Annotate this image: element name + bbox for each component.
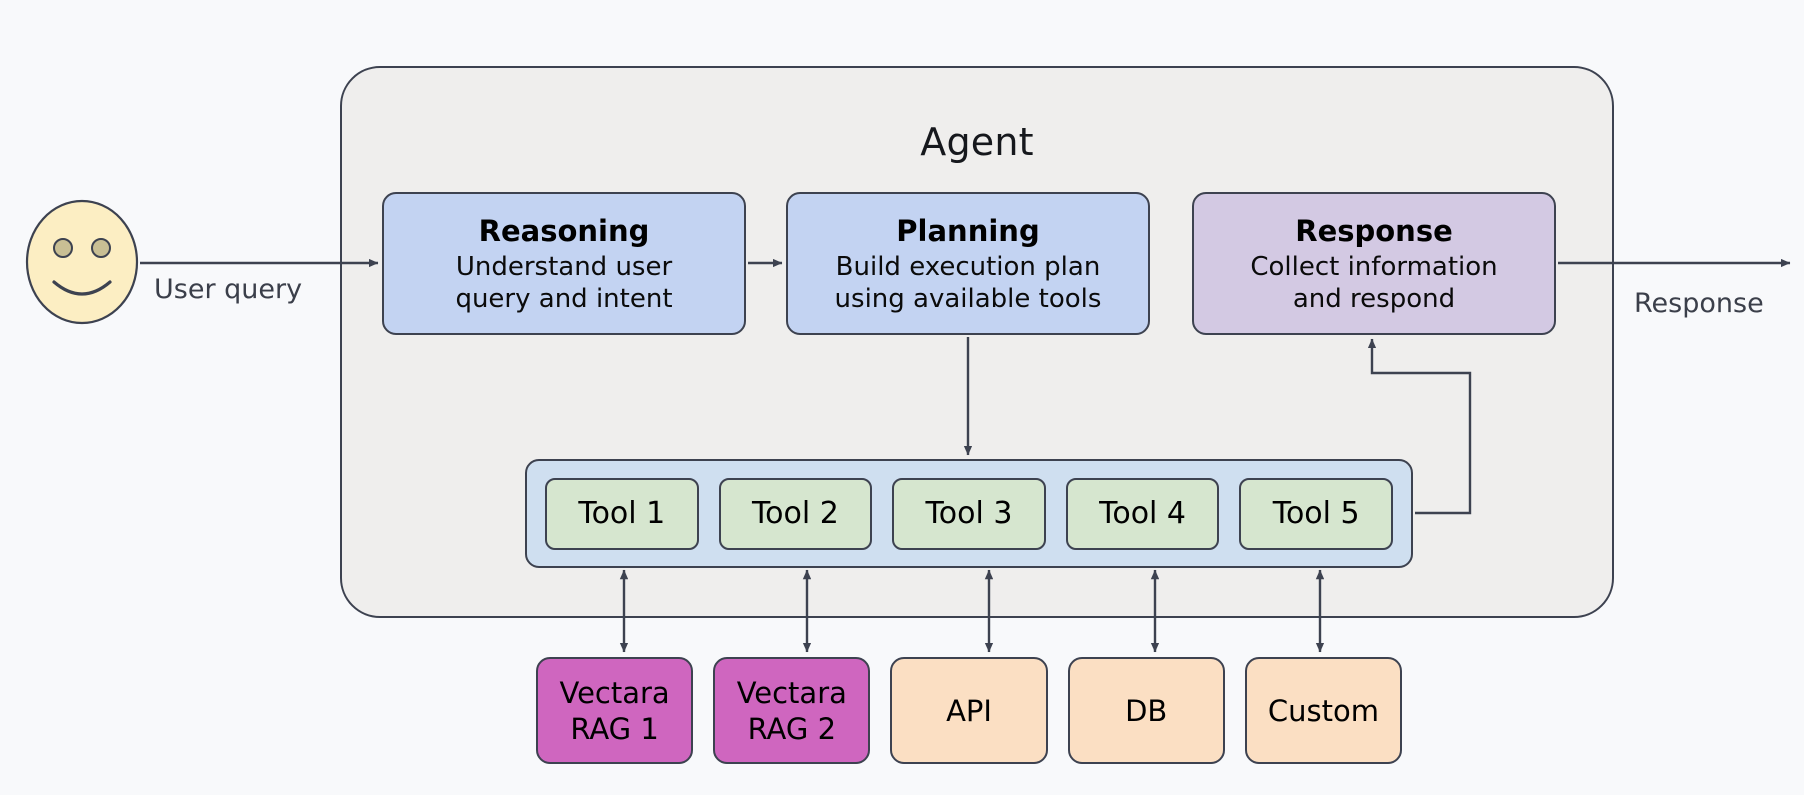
- tools-tray: Tool 1 Tool 2 Tool 3 Tool 4 Tool 5: [525, 459, 1413, 568]
- source-db-label: DB: [1125, 693, 1168, 728]
- stage-reasoning-title: Reasoning: [478, 213, 650, 248]
- source-vectara-rag-1-line2: RAG 1: [570, 711, 659, 746]
- user-smiley-face: [24, 198, 140, 326]
- tool-item-4: Tool 4: [1065, 477, 1220, 550]
- source-custom: Custom: [1244, 657, 1403, 764]
- stage-response-title: Response: [1295, 213, 1453, 248]
- data-sources-row: Vectara RAG 1 Vectara RAG 2 API DB Custo…: [536, 657, 1403, 764]
- diagram-canvas: Agent Reasoning Understand user query an…: [0, 0, 1804, 795]
- stage-response-desc-line2: and respond: [1292, 283, 1456, 314]
- edge-label-response: Response: [1634, 288, 1764, 319]
- source-custom-label: Custom: [1267, 693, 1379, 728]
- source-db: DB: [1067, 657, 1225, 764]
- source-vectara-rag-2-line1: Vectara: [736, 675, 847, 710]
- source-vectara-rag-2: Vectara RAG 2: [713, 657, 871, 764]
- stage-response: Response Collect information and respond: [1192, 192, 1556, 335]
- stage-reasoning-desc-line2: query and intent: [455, 283, 673, 314]
- stage-response-desc-line1: Collect information: [1250, 251, 1498, 282]
- tool-item-3: Tool 3: [892, 477, 1046, 550]
- tool-item-1: Tool 1: [545, 477, 699, 550]
- stage-planning-title: Planning: [896, 213, 1040, 248]
- stage-planning-desc-line1: Build execution plan: [835, 251, 1101, 282]
- stage-planning: Planning Build execution plan using avai…: [786, 192, 1150, 335]
- edge-label-user-query: User query: [154, 274, 303, 305]
- source-vectara-rag-1: Vectara RAG 1: [536, 657, 694, 764]
- stage-reasoning: Reasoning Understand user query and inte…: [382, 192, 746, 335]
- stage-planning-desc-line2: using available tools: [834, 283, 1102, 314]
- source-vectara-rag-1-line1: Vectara: [559, 675, 670, 710]
- tool-item-5: Tool 5: [1239, 477, 1393, 550]
- source-api-label: API: [946, 693, 992, 728]
- source-vectara-rag-2-line2: RAG 2: [747, 711, 837, 746]
- tool-item-2: Tool 2: [718, 477, 873, 550]
- agent-title: Agent: [920, 120, 1034, 164]
- source-api: API: [890, 657, 1048, 764]
- stage-reasoning-desc-line1: Understand user: [455, 251, 673, 282]
